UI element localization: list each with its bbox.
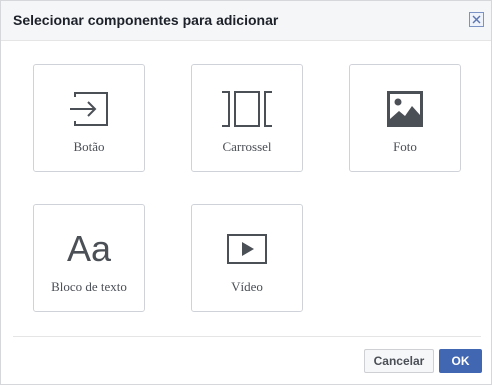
dialog-header: Selecionar componentes para adicionar (1, 1, 491, 41)
component-tile-button[interactable]: Botão (33, 64, 145, 172)
component-label: Vídeo (231, 279, 263, 294)
carousel-icon (222, 91, 272, 127)
video-play-icon (227, 234, 267, 264)
close-icon (472, 15, 481, 24)
ok-button[interactable]: OK (439, 349, 482, 373)
component-label: Bloco de texto (51, 279, 127, 294)
component-label: Foto (393, 139, 417, 154)
footer-divider (13, 336, 481, 337)
button-arrow-icon (70, 92, 108, 126)
component-picker-dialog: Selecionar componentes para adicionar Bo… (0, 0, 492, 385)
component-label: Carrossel (222, 139, 272, 154)
photo-icon (387, 91, 423, 127)
close-button[interactable] (469, 12, 484, 27)
component-tile-video[interactable]: Vídeo (191, 204, 303, 312)
cancel-button[interactable]: Cancelar (364, 349, 434, 373)
component-tile-text-block[interactable]: Aa Bloco de texto (33, 204, 145, 312)
dialog-title: Selecionar componentes para adicionar (13, 12, 279, 28)
component-label: Botão (73, 139, 105, 154)
text-block-icon: Aa (66, 228, 112, 269)
component-tile-photo[interactable]: Foto (349, 64, 461, 172)
component-tile-carousel[interactable]: Carrossel (191, 64, 303, 172)
